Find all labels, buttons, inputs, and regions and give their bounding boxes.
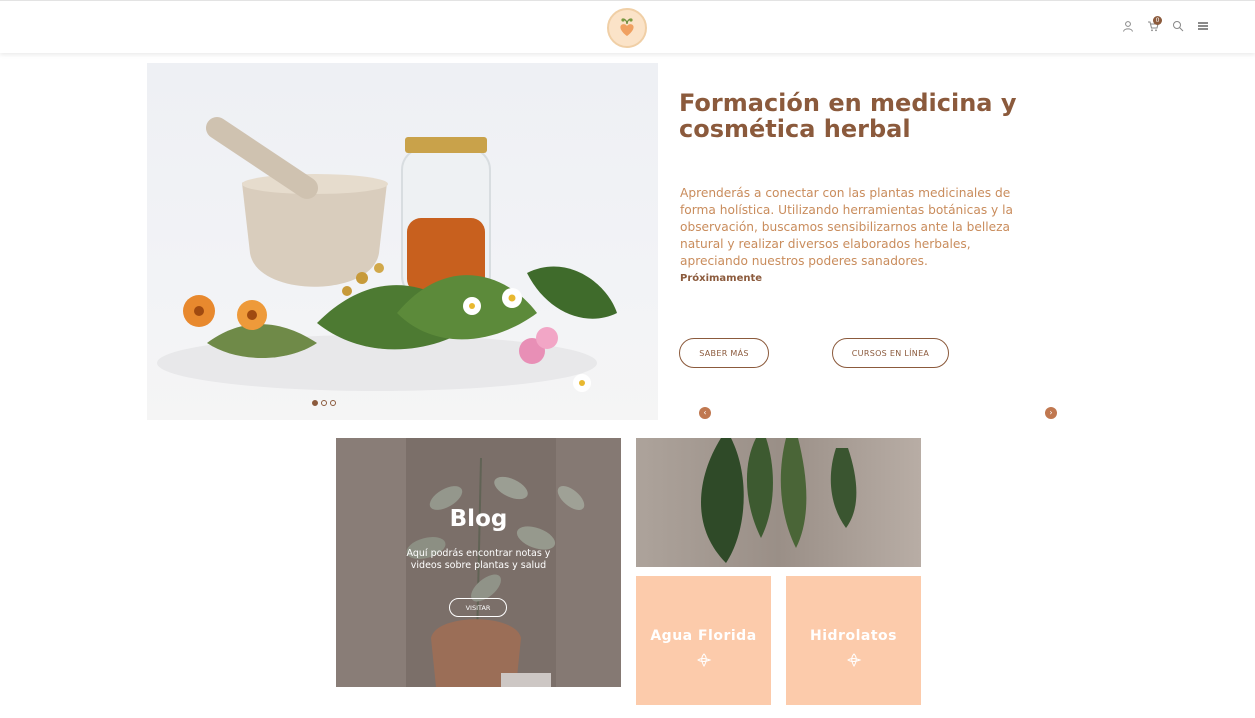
saber-mas-button[interactable]: SABER MÁS bbox=[679, 338, 769, 368]
blog-tile[interactable]: Blog Aquí podrás encontrar notas y video… bbox=[336, 438, 621, 687]
hidrolatos-label: Hidrolatos bbox=[810, 627, 897, 644]
cursos-en-linea-button[interactable]: CURSOS EN LÍNEA bbox=[832, 338, 949, 368]
herb-leaf-icon bbox=[696, 652, 711, 667]
hero-description: Aprenderás a conectar con las plantas me… bbox=[680, 186, 1013, 268]
heart-leaf-icon bbox=[620, 18, 634, 36]
hanging-herbs-illustration bbox=[636, 438, 921, 567]
user-icon[interactable] bbox=[1121, 19, 1135, 33]
slider-dot[interactable] bbox=[321, 400, 327, 406]
slider-prev-arrow-icon[interactable]: ‹ bbox=[699, 407, 711, 419]
hero-soon-label: Próximamente bbox=[680, 273, 763, 284]
hero-slider-image bbox=[147, 63, 658, 420]
slider-dot[interactable] bbox=[312, 400, 318, 406]
agua-florida-tile[interactable]: Agua Florida bbox=[636, 576, 771, 705]
slider-next-arrow-icon[interactable]: › bbox=[1045, 407, 1057, 419]
herbal-logo[interactable] bbox=[607, 8, 647, 48]
site-header: 0 bbox=[0, 0, 1255, 53]
herbal-still-life-illustration bbox=[157, 117, 617, 392]
hero-title: Formación en medicina y cosmética herbal bbox=[679, 89, 1017, 143]
hidrolatos-tile[interactable]: Hidrolatos bbox=[786, 576, 921, 705]
menu-icon[interactable] bbox=[1196, 19, 1210, 33]
slider-dot[interactable] bbox=[330, 400, 336, 406]
herb-leaf-icon bbox=[846, 652, 861, 667]
hanging-herbs-tile[interactable] bbox=[636, 438, 921, 567]
agua-florida-label: Agua Florida bbox=[650, 627, 757, 644]
blog-title: Blog bbox=[449, 506, 508, 532]
search-icon[interactable] bbox=[1171, 19, 1185, 33]
cart-count-badge: 0 bbox=[1153, 16, 1162, 25]
slider-dots bbox=[312, 400, 336, 406]
visitar-button[interactable]: VISITAR bbox=[449, 598, 507, 617]
blog-description: Aquí podrás encontrar notas y videos sob… bbox=[406, 548, 551, 571]
